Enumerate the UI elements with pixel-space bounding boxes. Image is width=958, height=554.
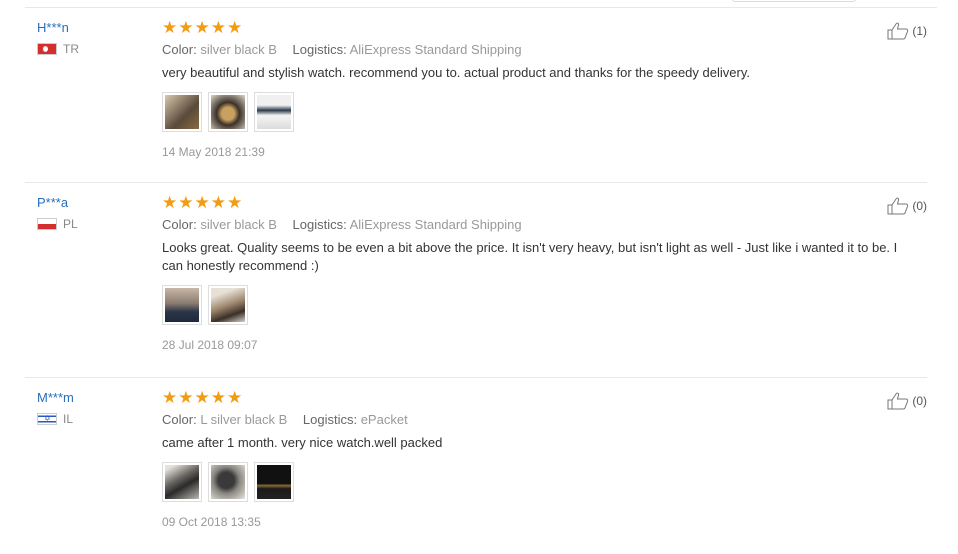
star-icon: ★ [227,388,243,407]
star-rating: ★ ★ ★ ★ ★ [162,388,902,407]
star-rating: ★ ★ ★ ★ ★ [162,18,902,37]
thumbs-up-icon [887,392,909,410]
review-meta: Color: silver black B Logistics: AliExpr… [162,217,902,233]
star-icon: ★ [227,193,243,212]
star-icon: ★ [178,193,194,212]
color-label: Color: [162,42,197,57]
poland-flag-icon [37,218,57,230]
helpful-button[interactable]: (0) [887,197,927,215]
review-photos [162,285,902,325]
turkey-flag-icon [37,43,57,55]
review-photo-thumbnail[interactable] [162,92,202,132]
israel-flag-icon [37,413,57,425]
review-photo-thumbnail[interactable] [208,92,248,132]
star-icon: ★ [178,388,194,407]
review-text: came after 1 month. very nice watch.well… [162,435,443,450]
review-photo-thumbnail[interactable] [208,462,248,502]
review-item: M***m IL ★★★★★ Color: L silver black B L… [25,378,927,554]
star-icon: ★ [162,18,178,37]
reviewer-name[interactable]: P***a [37,195,147,211]
star-rating: ★ ★ ★ ★ ★ [162,193,902,212]
reviewer-info: H***n TR [37,20,147,56]
thumbs-up-icon [887,197,909,215]
review-date: 14 May 2018 21:39 [162,145,265,159]
review-meta: Color: L silver black B Logistics: ePack… [162,412,902,428]
color-value: silver black B [200,217,277,232]
review-photos [162,462,902,502]
color-value: silver black B [200,42,277,57]
review-meta: Color: silver black B Logistics: AliExpr… [162,42,902,58]
reviewer-info: M***m IL [37,390,147,426]
review-photo-thumbnail[interactable] [162,285,202,325]
reviewer-country: TR [37,42,147,56]
review-photo-thumbnail[interactable] [254,462,294,502]
review-date: 09 Oct 2018 13:35 [162,515,261,529]
star-icon: ★ [194,193,210,212]
review-date: 28 Jul 2018 09:07 [162,338,258,352]
country-code: PL [63,217,78,231]
reviewer-name[interactable]: H***n [37,20,147,36]
helpful-count: (0) [912,394,927,408]
review-photo-thumbnail[interactable] [162,462,202,502]
color-label: Color: [162,217,197,232]
helpful-button[interactable]: (1) [887,22,927,40]
star-icon: ★ [194,18,210,37]
review-photo-thumbnail[interactable] [254,92,294,132]
helpful-count: (0) [912,199,927,213]
review-content: ★ ★ ★ ★ ★ Color: silver black B Logistics: A… [162,18,902,159]
review-item: H***n TR ★ ★ ★ ★ ★ Color: silver black B Log… [25,8,927,183]
logistics-value: AliExpress Standard Shipping [349,42,522,57]
review-content: ★ ★ ★ ★ ★ Color: silver black B Logistics: A… [162,193,902,352]
reviewer-country: PL [37,217,147,231]
review-photo-thumbnail[interactable] [208,285,248,325]
review-content: ★ ★ ★ ★ ★ Color: L silver black B Logistics:… [162,388,902,529]
review-text: very beautiful and stylish watch. recomm… [162,65,750,80]
color-label: Color: [162,412,197,427]
reviewer-name[interactable]: M***m [37,390,147,406]
helpful-button[interactable]: (0) [887,392,927,410]
star-icon: ★ [162,388,178,407]
star-icon: ★ [178,18,194,37]
country-code: TR [63,42,79,56]
star-icon: ★ [210,193,226,212]
country-code: IL [63,412,74,426]
color-value: L silver black B [200,412,288,427]
review-photos [162,92,902,132]
logistics-value: AliExpress Standard Shipping [349,217,522,232]
star-icon: ★ [210,18,226,37]
star-icon: ★ [210,388,226,407]
helpful-count: (1) [912,24,927,38]
sort-dropdown[interactable] [732,0,856,2]
review-item: P***a PL ★ ★ ★ ★ ★ Color: silver black B Log… [25,183,927,378]
thumbs-up-icon [887,22,909,40]
reviewer-info: P***a PL [37,195,147,231]
review-text: Looks great. Quality seems to be even a … [162,240,898,273]
star-icon: ★ [194,388,210,407]
logistics-value: ePacket [360,412,408,427]
star-icon: ★ [162,193,178,212]
logistics-label: Logistics: [292,42,347,57]
logistics-label: Logistics: [292,217,347,232]
reviewer-country: IL [37,412,147,426]
logistics-label: Logistics: [302,412,358,427]
star-icon: ★ [227,18,243,37]
